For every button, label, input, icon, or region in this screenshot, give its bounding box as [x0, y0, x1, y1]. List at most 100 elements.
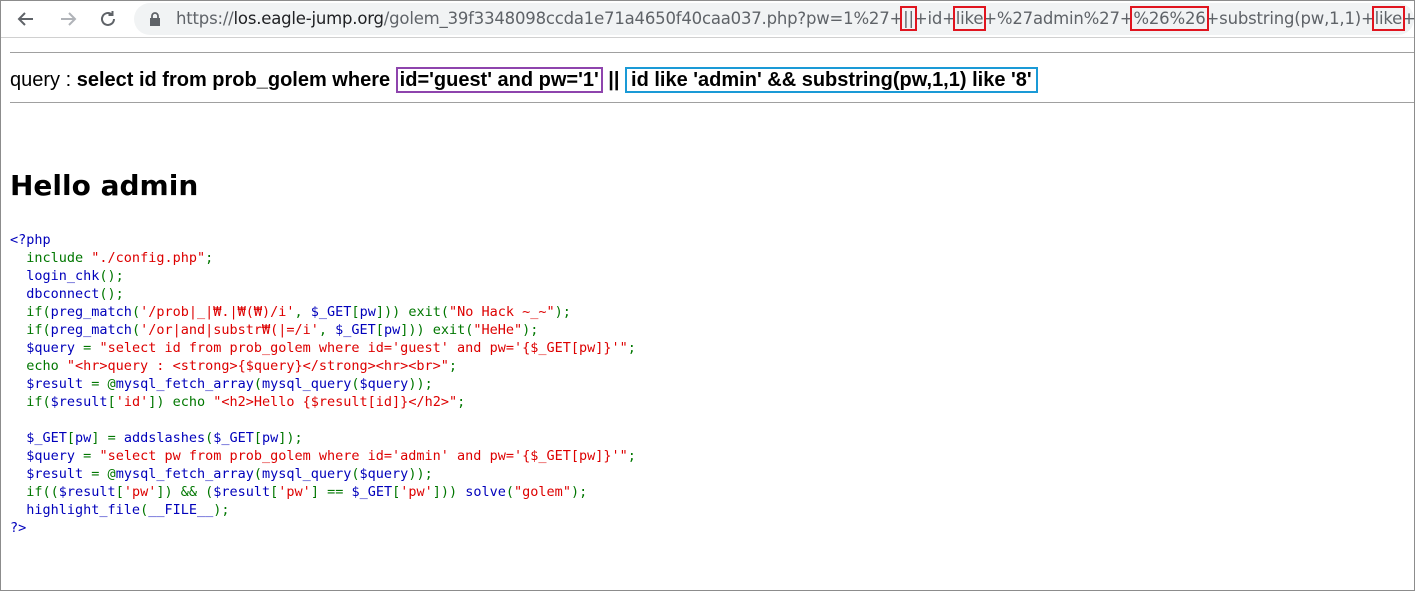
code-token: $query [26, 340, 84, 356]
code-token: [ [351, 304, 360, 320]
code-token: ( [140, 502, 149, 518]
code-token: ; [627, 340, 636, 356]
code-token: $_GET [310, 304, 352, 320]
code-token: $query [359, 466, 409, 482]
code-line: dbconnect(); [10, 285, 636, 303]
code-token: $result [26, 466, 92, 482]
top-rule [10, 52, 1414, 53]
code-token: pw [359, 304, 376, 320]
code-token: if( [26, 304, 51, 320]
code-token: ] = [91, 430, 124, 446]
code-token: solve [465, 484, 506, 500]
query-or-operator: || [602, 69, 626, 91]
code-token: 'pw' [278, 484, 311, 500]
reload-button[interactable] [96, 7, 120, 31]
code-token: ); [570, 484, 588, 500]
code-token: __FILE__ [148, 502, 214, 518]
code-token: pw [383, 322, 401, 338]
code-line: login_chk(); [10, 267, 636, 285]
query-prefix: select id from prob_golem where [76, 69, 396, 91]
code-token: addslashes [123, 430, 206, 446]
code-token: (); [99, 268, 124, 284]
code-token: <?php [10, 232, 51, 248]
code-line: $result = @mysql_fetch_array(mysql_query… [10, 375, 636, 393]
code-token: if( [26, 322, 51, 338]
code-token: ( [505, 484, 515, 500]
code-token: "HeHe" [473, 322, 523, 338]
url-path-segment: /golem_39f3348098ccda1e71a4650f40caa037.… [383, 9, 904, 28]
code-token: pw [75, 430, 92, 446]
url-path-segment: +%27admin%27+ [983, 9, 1134, 28]
code-token: ); [213, 502, 230, 518]
code-token: ])) exit( [400, 322, 474, 338]
code-token: $result [50, 394, 108, 410]
code-line: ?> [10, 519, 636, 537]
address-bar[interactable]: https://los.eagle-jump.org/golem_39f3348… [134, 3, 1415, 35]
code-token: dbconnect [26, 286, 100, 302]
code-token: = [83, 340, 100, 356]
code-line: if(preg_match('/prob|_|₩.|₩(₩)/i', $_GET… [10, 303, 636, 321]
code-token: preg_match [50, 322, 132, 338]
code-line: $query = "select pw from prob_golem wher… [10, 447, 636, 465]
code-line: include "./config.php"; [10, 249, 636, 267]
code-token: "No Hack ~_~" [448, 304, 555, 320]
code-line: $_GET[pw] = addslashes($_GET[pw]); [10, 429, 636, 447]
code-line: if(($result['pw']) && ($result['pw'] == … [10, 483, 636, 501]
browser-toolbar: https://los.eagle-jump.org/golem_39f3348… [1, 1, 1415, 38]
url-scheme: https:// [176, 9, 234, 28]
code-token: ; [205, 250, 214, 266]
code-token: 'id' [115, 394, 149, 410]
code-token: ] == [310, 484, 352, 500]
hello-heading: Hello admin [10, 169, 199, 202]
code-token: [ [115, 484, 124, 500]
code-line: if(preg_match('/or|and|substr₩(|=/i', $_… [10, 321, 636, 339]
code-token: [ [66, 430, 76, 446]
code-token: ( [351, 376, 360, 392]
code-token: $query [26, 448, 84, 464]
url-path: /golem_39f3348098ccda1e71a4650f40caa037.… [383, 6, 1415, 31]
code-token: ( [131, 322, 141, 338]
code-token: login_chk [26, 268, 100, 284]
code-token: "select id from prob_golem where id='gue… [99, 340, 628, 356]
url-highlighted-segment: %26%26 [1130, 6, 1209, 31]
code-token: $result [213, 484, 271, 500]
code-token: ( [253, 466, 262, 482]
url-path-segment: +id+ [913, 9, 956, 28]
code-token: ?> [10, 520, 27, 536]
code-token: [ [375, 322, 384, 338]
bottom-rule [10, 102, 1414, 103]
forward-button[interactable] [56, 7, 80, 31]
url-highlighted-segment: like [1371, 6, 1406, 31]
code-token: ]) && ( [156, 484, 214, 500]
code-token: = @ [91, 376, 116, 392]
code-token: ])) [432, 484, 466, 500]
code-token: "golem" [514, 484, 571, 500]
code-token: pw [262, 430, 279, 446]
url-text[interactable]: https://los.eagle-jump.org/golem_39f3348… [176, 6, 1415, 31]
code-token: if( [26, 394, 51, 410]
code-token: include [26, 250, 92, 266]
code-token: mysql_query [262, 466, 352, 482]
code-token: highlight_file [26, 502, 141, 518]
code-token: "<hr>query : <strong>{$query}</strong><h… [66, 358, 449, 374]
lock-icon [150, 12, 160, 26]
code-token: mysql_fetch_array [115, 376, 254, 392]
code-token: '/or|and|substr₩(|=/i' [140, 322, 319, 338]
code-token: mysql_fetch_array [115, 466, 254, 482]
back-arrow-icon [17, 12, 33, 26]
code-token: $result [26, 376, 92, 392]
code-token: )); [408, 376, 433, 392]
code-token: $query [359, 376, 409, 392]
query-text: select id from prob_golem where id='gues… [77, 67, 1038, 93]
forward-arrow-icon [61, 12, 77, 26]
back-button[interactable] [14, 7, 38, 31]
code-token: $_GET [351, 484, 393, 500]
url-path-segment: +%278 [1402, 9, 1415, 28]
code-token: ; [627, 448, 636, 464]
code-token: 'pw' [400, 484, 433, 500]
query-boxed-condition-guest: id='guest' and pw='1' [395, 67, 603, 93]
code-token: "<h2>Hello {$result[id]}</h2>" [213, 394, 458, 410]
code-token: , [294, 304, 311, 320]
code-token: ); [554, 304, 571, 320]
